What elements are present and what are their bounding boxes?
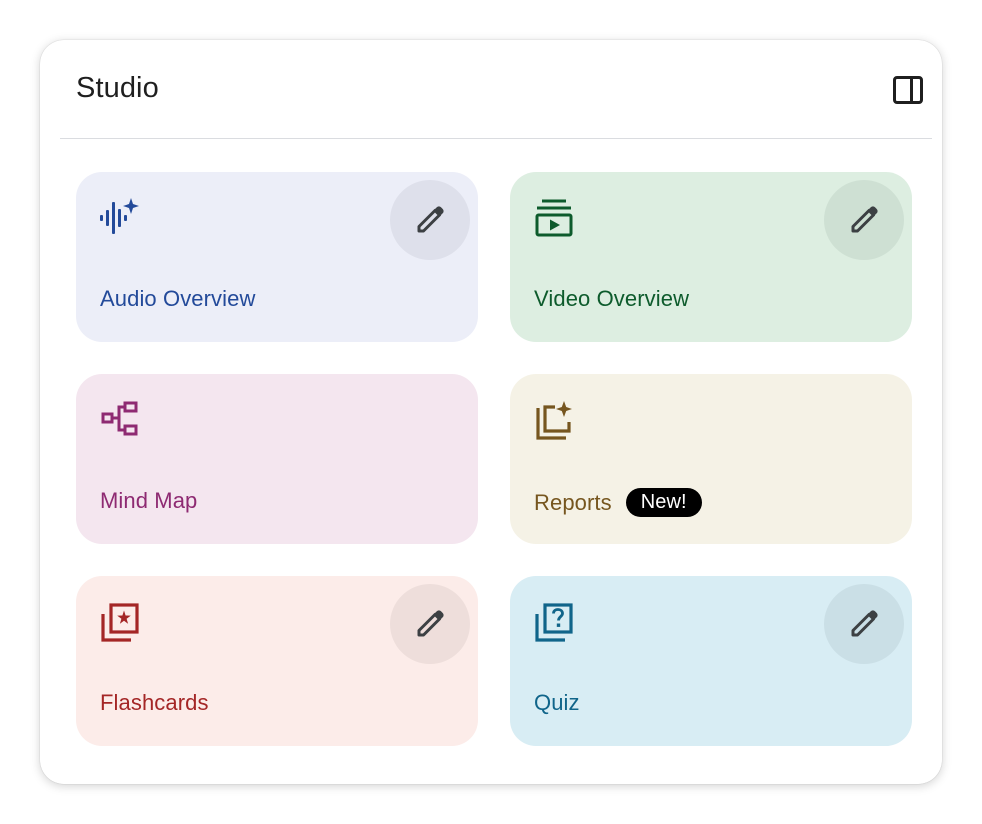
audio-waveform-sparkle-icon bbox=[100, 198, 140, 238]
card-label-flashcards: Flashcards bbox=[100, 690, 209, 716]
card-label-text: Mind Map bbox=[100, 488, 198, 513]
pencil-icon bbox=[417, 610, 444, 637]
flashcards-card[interactable]: Flashcards bbox=[76, 576, 478, 746]
video-overview-card[interactable]: Video Overview bbox=[510, 172, 912, 342]
studio-panel: Studio Audio Overview Video Overview Min… bbox=[40, 40, 942, 784]
quiz-card[interactable]: Quiz bbox=[510, 576, 912, 746]
card-label-text: Audio Overview bbox=[100, 286, 256, 311]
card-label-quiz: Quiz bbox=[534, 690, 580, 716]
pencil-icon bbox=[851, 206, 878, 233]
pencil-icon bbox=[851, 610, 878, 637]
new-badge: New! bbox=[625, 488, 702, 517]
card-label-mind-map: Mind Map bbox=[100, 488, 197, 514]
audio-overview-card[interactable]: Audio Overview bbox=[76, 172, 478, 342]
edit-button-video-overview[interactable] bbox=[824, 180, 904, 260]
card-label-video-overview: Video Overview bbox=[534, 286, 689, 312]
card-label-text: Reports bbox=[534, 489, 612, 515]
edit-button-audio-overview[interactable] bbox=[390, 180, 470, 260]
pencil-icon bbox=[417, 206, 444, 233]
studio-header: Studio bbox=[60, 40, 932, 139]
card-label-text: Video Overview bbox=[534, 286, 690, 311]
edit-button-flashcards[interactable] bbox=[390, 584, 470, 664]
card-label-text: Flashcards bbox=[100, 690, 209, 715]
report-sparkle-icon bbox=[534, 400, 574, 440]
quiz-icon bbox=[534, 602, 574, 642]
card-label-audio-overview: Audio Overview bbox=[100, 286, 255, 312]
mind-map-icon bbox=[100, 400, 140, 440]
panel-title: Studio bbox=[76, 72, 159, 104]
video-stack-play-icon bbox=[534, 198, 574, 238]
flashcards-icon bbox=[100, 602, 140, 642]
side-panel-icon[interactable] bbox=[892, 74, 924, 106]
edit-button-quiz[interactable] bbox=[824, 584, 904, 664]
card-label-text: Quiz bbox=[534, 690, 580, 715]
reports-card[interactable]: Reports New! bbox=[510, 374, 912, 544]
card-label-reports: Reports New! bbox=[534, 488, 702, 517]
mind-map-card[interactable]: Mind Map bbox=[76, 374, 478, 544]
